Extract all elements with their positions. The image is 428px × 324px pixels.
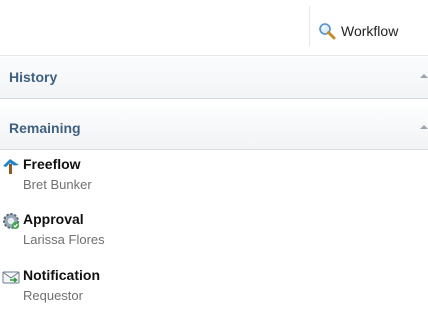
step-assignee: Larissa Flores — [23, 232, 105, 247]
toolbar-separator — [309, 6, 310, 46]
remaining-section-header[interactable]: Remaining — [0, 108, 428, 150]
remaining-section-title: Remaining — [9, 120, 81, 136]
step-assignee: Requestor — [23, 288, 83, 303]
freeflow-arrow-icon — [2, 157, 20, 175]
history-section-title: History — [9, 69, 58, 85]
step-name: Notification — [23, 267, 100, 283]
workflow-button[interactable]: Workflow — [318, 20, 398, 42]
workflow-step-notification[interactable]: Notification Requestor — [0, 265, 428, 313]
step-name: Approval — [23, 211, 84, 227]
collapse-arrow-icon[interactable] — [420, 125, 428, 129]
toolbar: Workflow — [0, 0, 428, 56]
collapse-arrow-icon[interactable] — [420, 74, 428, 78]
approval-gear-icon — [2, 212, 20, 230]
workflow-step-approval[interactable]: Approval Larissa Flores — [0, 209, 428, 257]
workflow-button-label: Workflow — [341, 23, 399, 39]
step-assignee: Bret Bunker — [23, 177, 92, 192]
history-section-header[interactable]: History — [0, 57, 428, 99]
magnifier-icon — [318, 22, 336, 40]
workflow-panel: Workflow History Remaining Freeflow Bret… — [0, 0, 428, 324]
step-name: Freeflow — [23, 156, 81, 172]
notification-envelope-icon — [2, 268, 20, 286]
workflow-step-freeflow[interactable]: Freeflow Bret Bunker — [0, 154, 428, 202]
